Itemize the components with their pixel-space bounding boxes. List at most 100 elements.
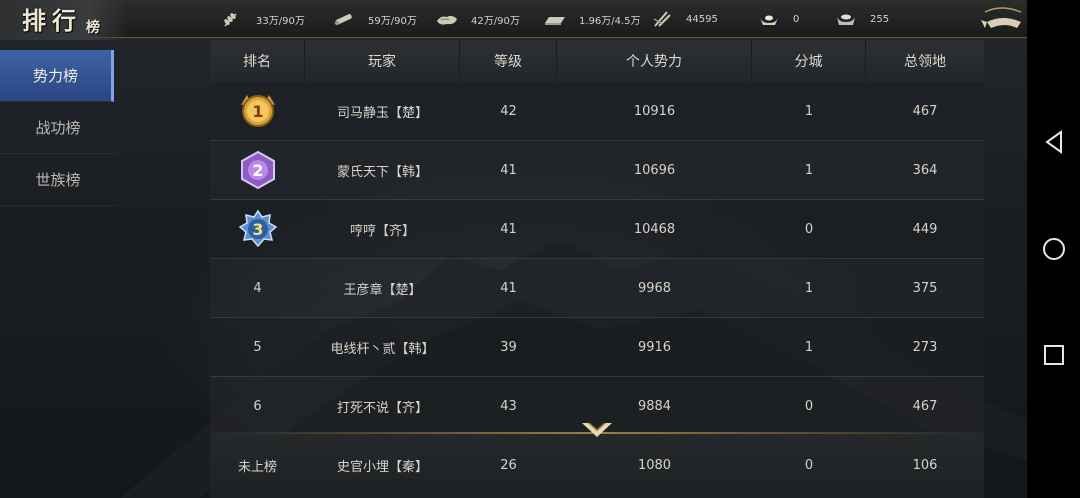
tab-clan-ranking[interactable]: 世族榜 [0,154,116,206]
table-row[interactable]: 5 电线杆丶贰【韩】 39 9916 1 273 [210,318,984,377]
cities-cell: 1 [804,280,814,296]
rank-cell: 5 [253,339,262,355]
player-name: 蒙氏天下【韩】 [336,164,428,180]
silver-ingot-icon [834,11,858,27]
rank-cell: 6 [253,398,262,414]
square-recents-icon [1044,345,1064,365]
table-row[interactable]: 3 哼哼【齐】 41 10468 0 449 [210,200,984,259]
circle-home-icon [1043,238,1065,260]
level-cell: 43 [500,398,517,414]
player-name: 哼哼【齐】 [349,223,415,239]
cities-cell: 0 [804,221,814,237]
level-cell: 41 [500,162,517,178]
territory-cell: 467 [912,398,938,414]
page-title-sub: 榜 [86,20,100,36]
player-name: 司马静玉【楚】 [336,105,428,121]
self-level-cell: 26 [500,458,517,473]
return-arrow-icon [981,7,1022,28]
purple-medal-icon: 2 [240,150,275,190]
resource-silver: 255 [834,10,889,28]
level-cell: 42 [500,103,517,119]
level-cell: 39 [500,339,517,355]
scroll-down-arrow-icon[interactable] [580,420,614,442]
medal-rank-number: 2 [252,161,263,180]
rank-cell: 2 [210,141,305,199]
player-name: 打死不说【齐】 [336,400,428,416]
system-nav-bar [1027,0,1080,498]
stone-icon [435,11,459,27]
rank-cell: 1 [210,82,305,140]
ranking-table: 排名 玩家 等级 个人势力 分城 总领地 1 司马静玉【楚】 42 10916 … [210,40,984,436]
level-cell: 41 [500,221,517,237]
resource-wood: 59万/90万 [332,10,417,28]
territory-cell: 375 [912,280,938,296]
rank-cell: 4 [253,280,262,296]
resource-value: 59万/90万 [368,15,417,27]
self-power-cell: 1080 [637,458,672,473]
column-header-rank: 排名 [210,40,305,82]
self-ranking-row[interactable]: 未上榜 史官小埋【秦】 26 1080 0 106 [210,433,984,498]
table-row[interactable]: 1 司马静玉【楚】 42 10916 1 467 [210,82,984,141]
resource-value: 44595 [686,13,718,25]
territory-cell: 467 [912,103,938,119]
medal-rank-number: 1 [252,102,263,121]
wood-icon [332,11,356,27]
iron-icon [543,11,567,27]
blue-medal-icon: 3 [238,209,277,248]
territory-cell: 449 [912,221,938,237]
self-player-name: 史官小埋【秦】 [336,460,428,475]
self-territory-cell: 106 [912,458,938,473]
power-cell: 10696 [633,162,676,178]
medal-rank-number: 3 [252,220,263,239]
table-row[interactable]: 2 蒙氏天下【韩】 41 10696 1 364 [210,141,984,200]
column-header-territory: 总领地 [904,54,946,70]
power-cell: 9916 [637,339,672,355]
triangle-back-icon [1045,130,1062,154]
power-cell: 9968 [637,280,672,296]
self-cities-cell: 0 [804,458,814,473]
copper-icon [650,11,674,27]
page-title: 排行 [22,6,82,35]
player-name: 电线杆丶贰【韩】 [330,341,435,357]
table-row[interactable]: 4 王彦章【楚】 41 9968 1 375 [210,259,984,318]
back-button-ornament[interactable] [975,0,1027,38]
resource-value: 42万/90万 [471,15,520,27]
resource-grain: 33万/90万 [220,10,305,28]
territory-cell: 364 [912,162,938,178]
ranking-tabs: 势力榜 战功榜 世族榜 [0,50,116,206]
territory-cell: 273 [912,339,938,355]
resource-stone: 42万/90万 [435,10,520,28]
grain-icon [220,11,244,27]
cities-cell: 0 [804,398,814,414]
rank-cell: 3 [210,200,305,258]
gold-ingot-icon [757,11,781,27]
power-cell: 10468 [633,221,676,237]
tab-merit-ranking[interactable]: 战功榜 [0,102,116,154]
nav-back-button[interactable] [1041,129,1067,155]
cities-cell: 1 [804,162,814,178]
resource-value: 255 [870,13,890,25]
level-cell: 41 [500,280,517,296]
column-header-level: 等级 [460,40,557,82]
table-header: 排名 玩家 等级 个人势力 分城 总领地 [210,40,984,82]
nav-recents-button[interactable] [1041,342,1067,368]
player-name: 王彦章【楚】 [343,282,422,298]
self-rank-cell: 未上榜 [237,460,277,475]
tab-power-ranking[interactable]: 势力榜 [0,50,114,102]
cities-cell: 1 [804,103,814,119]
power-cell: 10916 [633,103,676,119]
top-bar: 排行 榜 33万/90万 59万/90万 42万/90万 1.96万/4.5万 … [0,0,1027,40]
resource-copper: 44595 [650,10,718,28]
title-plate: 排行 榜 [0,0,128,40]
column-header-player: 玩家 [305,40,460,82]
resource-value: 33万/90万 [256,15,305,27]
resource-value: 1.96万/4.5万 [579,15,641,27]
resource-value: 0 [793,13,800,25]
gold-medal-icon: 1 [240,95,275,127]
resource-gold: 0 [757,10,799,28]
resource-iron: 1.96万/4.5万 [543,10,641,28]
nav-home-button[interactable] [1041,236,1067,262]
cities-cell: 1 [804,339,814,355]
column-header-power: 个人势力 [557,40,752,82]
column-header-cities: 分城 [752,40,866,82]
